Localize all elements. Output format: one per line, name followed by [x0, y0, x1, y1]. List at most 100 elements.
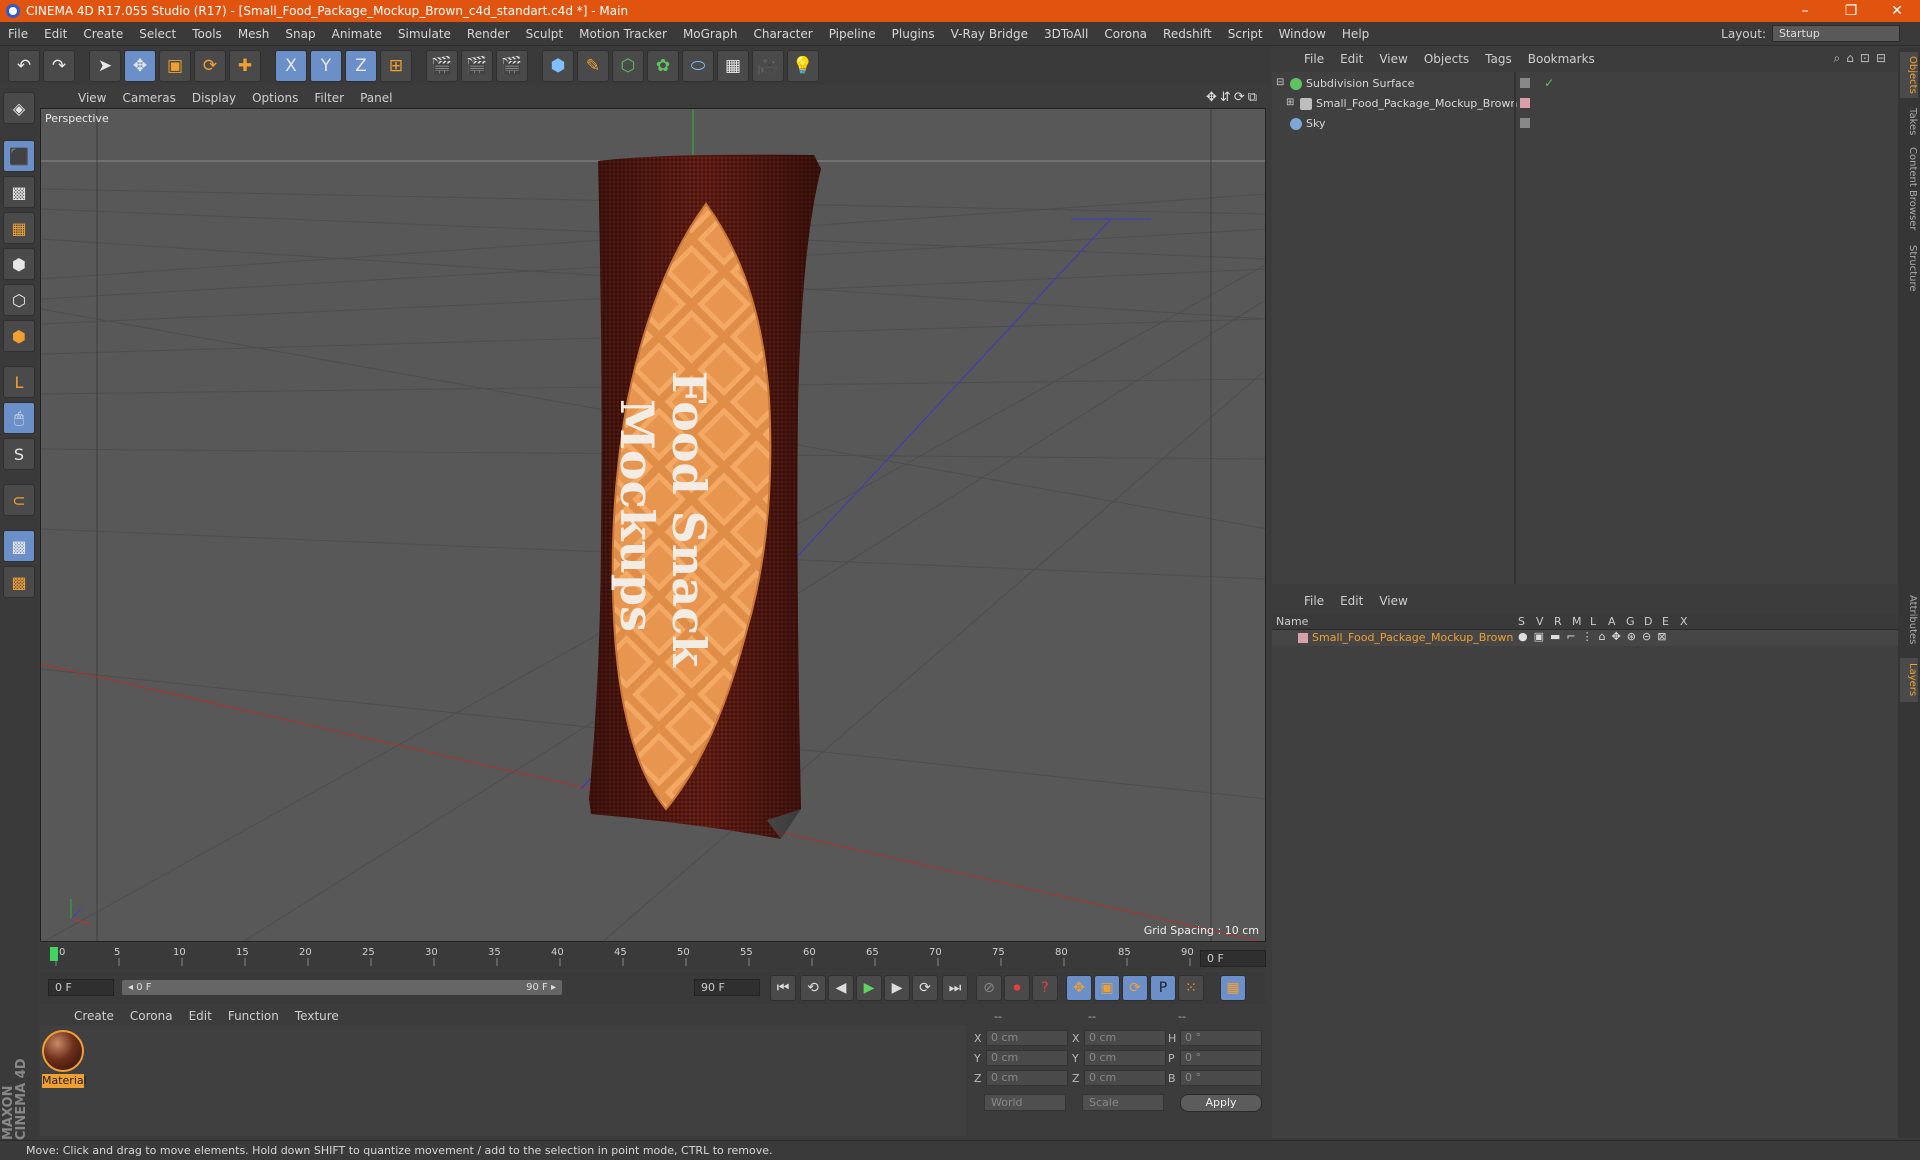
menu-pipeline[interactable]: Pipeline — [821, 27, 884, 41]
rotation-p-field[interactable]: 0 ° — [1180, 1050, 1262, 1066]
menu-help[interactable]: Help — [1334, 27, 1377, 41]
z-axis-lock-icon[interactable]: Z — [345, 50, 377, 82]
layer-menu-view[interactable]: View — [1371, 594, 1415, 608]
menu-plugins[interactable]: Plugins — [884, 27, 943, 41]
layer-swatch[interactable] — [1520, 78, 1530, 88]
menu-script[interactable]: Script — [1220, 27, 1271, 41]
material-menu-edit[interactable]: Edit — [181, 1009, 220, 1023]
column-v[interactable]: V — [1536, 615, 1544, 628]
pen-spline-icon[interactable]: ✎ — [577, 50, 609, 82]
material-menu-create[interactable]: Create — [66, 1009, 122, 1023]
expand-toggle-icon[interactable]: ⊞ — [1286, 97, 1294, 108]
menu-character[interactable]: Character — [745, 27, 820, 41]
timeline-window-icon[interactable]: ▦ — [1220, 975, 1246, 1001]
workplane-lock-icon[interactable]: ▩ — [3, 530, 35, 562]
material-preview-ball[interactable] — [42, 1030, 84, 1072]
end-frame-field[interactable]: 90 F — [694, 979, 760, 996]
points-mode-icon[interactable]: ⬢ — [3, 248, 35, 280]
current-frame-field[interactable]: 0 F — [1200, 950, 1266, 967]
object-row-sky[interactable]: Sky — [1272, 114, 1898, 134]
playhead[interactable] — [50, 947, 58, 961]
cube-primitive-icon[interactable]: ⬢ — [542, 50, 574, 82]
minimize-button[interactable]: – — [1782, 3, 1828, 19]
rotation-h-field[interactable]: 0 ° — [1180, 1030, 1262, 1046]
x-axis-lock-icon[interactable]: X — [275, 50, 307, 82]
column-l[interactable]: L — [1590, 615, 1596, 628]
menu-3dtoall[interactable]: 3DToAll — [1036, 27, 1096, 41]
object-column-divider[interactable] — [1514, 72, 1516, 584]
column-g[interactable]: G — [1626, 615, 1635, 628]
layer-swatch[interactable] — [1520, 118, 1530, 128]
position-x-field[interactable]: 0 cm — [986, 1030, 1068, 1046]
viewport-menu-view[interactable]: View — [70, 91, 114, 105]
menu-tools[interactable]: Tools — [184, 27, 230, 41]
size-mode-dropdown[interactable]: Scale — [1082, 1094, 1164, 1111]
axis-mode-icon[interactable]: L — [3, 366, 35, 398]
column-m[interactable]: M — [1572, 615, 1582, 628]
position-y-field[interactable]: 0 cm — [986, 1050, 1068, 1066]
size-y-field[interactable]: 0 cm — [1084, 1050, 1166, 1066]
tab-structure[interactable]: Structure — [1900, 240, 1918, 296]
layer-toggle-icons[interactable]: ●▣▬⌐⋮⌂✥⊛⊝⊠ — [1518, 630, 1672, 643]
material-name-label[interactable]: Material — [42, 1074, 87, 1088]
magnet-icon[interactable]: ⊂ — [3, 484, 35, 516]
close-button[interactable]: ✕ — [1874, 3, 1920, 19]
go-to-end-icon[interactable]: ⏭ — [942, 975, 968, 1001]
menu-redshift[interactable]: Redshift — [1155, 27, 1220, 41]
material-menu-texture[interactable]: Texture — [287, 1009, 347, 1023]
column-a[interactable]: A — [1608, 615, 1616, 628]
menu-window[interactable]: Window — [1271, 27, 1334, 41]
layer-menu-edit[interactable]: Edit — [1332, 594, 1371, 608]
viewport-menu-display[interactable]: Display — [184, 91, 244, 105]
previous-key-icon[interactable]: ⟲ — [800, 975, 826, 1001]
viewport-menu-filter[interactable]: Filter — [306, 91, 352, 105]
snapping-icon[interactable]: S — [3, 438, 35, 470]
edges-mode-icon[interactable]: ⬡ — [3, 284, 35, 316]
redo-icon[interactable]: ↷ — [43, 50, 75, 82]
key-rotation-icon[interactable]: ⟳ — [1122, 975, 1148, 1001]
key-scale-icon[interactable]: ▣ — [1094, 975, 1120, 1001]
play-forward-icon[interactable]: ▶ — [856, 975, 882, 1001]
object-menu-file[interactable]: File — [1296, 52, 1332, 66]
array-mograph-icon[interactable]: ✿ — [647, 50, 679, 82]
viewport-menu-panel[interactable]: Panel — [352, 91, 400, 105]
perspective-viewport[interactable]: Food Snack Mockups Perspective Grid Spac… — [40, 108, 1266, 942]
render-picture-viewer-icon[interactable]: 🎬 — [461, 50, 493, 82]
column-e[interactable]: E — [1662, 615, 1669, 628]
material-menu-function[interactable]: Function — [220, 1009, 287, 1023]
layer-color-swatch[interactable] — [1298, 633, 1308, 643]
material-manager-area[interactable] — [40, 1026, 966, 1136]
make-editable-icon[interactable]: ◈ — [3, 92, 35, 124]
next-frame-icon[interactable]: ▶ — [884, 975, 910, 1001]
key-pla-icon[interactable]: ⁙ — [1178, 975, 1204, 1001]
column-name[interactable]: Name — [1276, 615, 1308, 628]
tab-attributes[interactable]: Attributes — [1900, 588, 1918, 652]
restore-button[interactable]: ❐ — [1828, 3, 1874, 19]
light-icon[interactable]: 💡 — [787, 50, 819, 82]
layer-menu-file[interactable]: File — [1296, 594, 1332, 608]
menu-edit[interactable]: Edit — [36, 27, 75, 41]
key-position-icon[interactable]: ✥ — [1066, 975, 1092, 1001]
coordinate-mode-dropdown[interactable]: World — [984, 1094, 1066, 1111]
menu-render[interactable]: Render — [459, 27, 518, 41]
scale-tool-icon[interactable]: ▣ — [159, 50, 191, 82]
record-keyframe-icon[interactable]: ⏺ — [1004, 975, 1030, 1001]
layer-swatch[interactable] — [1520, 98, 1530, 108]
rotate-tool-icon[interactable]: ⟳ — [194, 50, 226, 82]
tab-objects[interactable]: Objects — [1900, 52, 1918, 98]
coordinate-system-icon[interactable]: ⊞ — [380, 50, 412, 82]
layer-name[interactable]: Small_Food_Package_Mockup_Brown — [1312, 631, 1513, 644]
layout-dropdown[interactable]: Startup — [1772, 25, 1900, 42]
tweak-mode-icon[interactable]: 🖱 — [3, 402, 35, 434]
deformer-icon[interactable]: ⬭ — [682, 50, 714, 82]
menu-file[interactable]: File — [0, 27, 36, 41]
column-s[interactable]: S — [1518, 615, 1525, 628]
workplane-align-icon[interactable]: ▩ — [3, 566, 35, 598]
menu-vray-bridge[interactable]: V-Ray Bridge — [943, 27, 1036, 41]
menu-snap[interactable]: Snap — [277, 27, 323, 41]
menu-animate[interactable]: Animate — [324, 27, 390, 41]
layer-row[interactable]: Small_Food_Package_Mockup_Brown ●▣▬⌐⋮⌂✥⊛… — [1272, 630, 1898, 646]
recent-tool-icon[interactable]: ✚ — [229, 50, 261, 82]
object-menu-tags[interactable]: Tags — [1477, 52, 1520, 66]
object-menu-objects[interactable]: Objects — [1416, 52, 1477, 66]
